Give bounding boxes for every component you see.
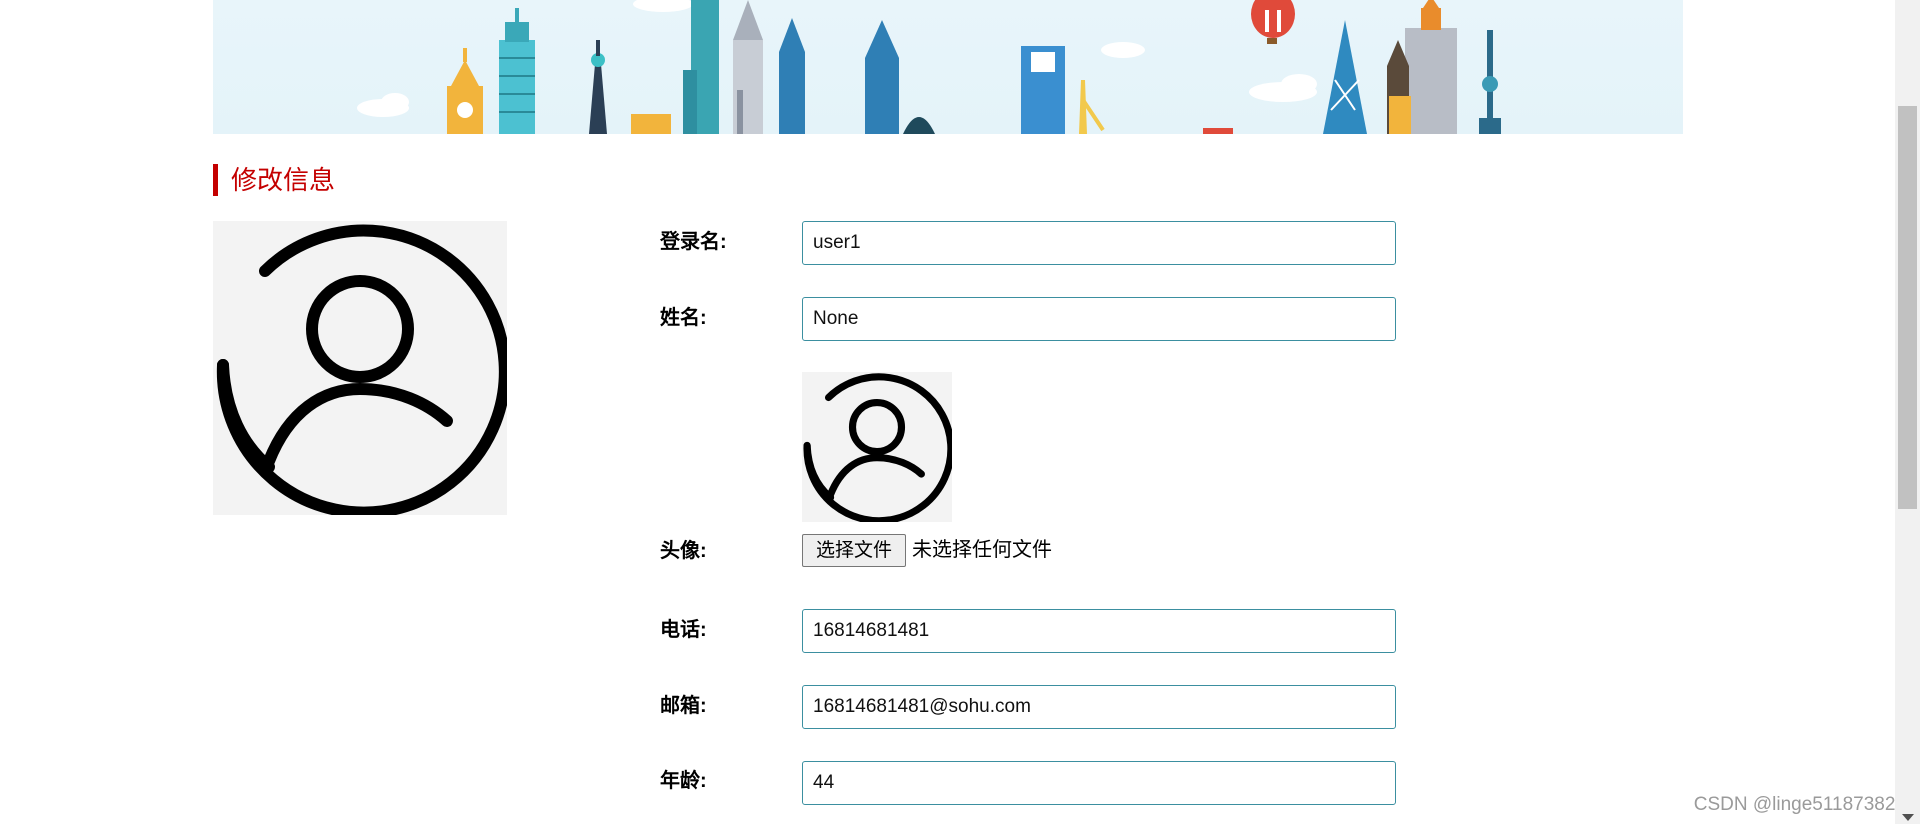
login-name-label: 登录名:: [660, 231, 727, 253]
avatar-label: 头像:: [660, 540, 707, 562]
scrollbar-thumb[interactable]: [1898, 106, 1917, 509]
phone-label: 电话:: [660, 619, 707, 641]
name-label: 姓名:: [660, 307, 707, 329]
city-skyline-illustration: [357, 0, 1501, 134]
user-avatar-icon: [216, 224, 511, 519]
header-banner: [213, 0, 1683, 134]
age-input[interactable]: [802, 761, 1396, 805]
email-input[interactable]: [802, 685, 1396, 729]
avatar-preview-small: [802, 372, 955, 525]
page-title: 修改信息: [213, 164, 335, 196]
scroll-down-arrow-icon[interactable]: [1902, 814, 1914, 821]
watermark: CSDN @linge511873822: [1693, 794, 1906, 815]
login-name-input[interactable]: [802, 221, 1396, 265]
choose-file-button[interactable]: 选择文件: [802, 534, 906, 567]
avatar-preview-large: [213, 221, 511, 519]
name-input[interactable]: [802, 297, 1396, 341]
vertical-scrollbar[interactable]: [1895, 0, 1920, 824]
age-label: 年龄:: [660, 770, 707, 792]
user-avatar-icon: [803, 373, 955, 525]
file-status-text: 未选择任何文件: [912, 539, 1052, 561]
email-label: 邮箱:: [660, 695, 707, 717]
phone-input[interactable]: [802, 609, 1396, 653]
